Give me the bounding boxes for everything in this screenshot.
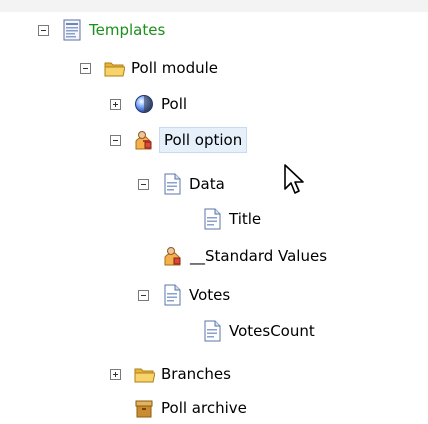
tree-item-label: VotesCount: [229, 322, 315, 340]
collapse-toggle[interactable]: [80, 62, 91, 74]
tree-item-label: Title: [229, 210, 262, 228]
tree-item-standard-values[interactable]: __Standard Values: [162, 240, 329, 272]
person-icon: [135, 131, 152, 150]
document-icon: [164, 173, 181, 195]
tree-item-label: Templates: [89, 21, 166, 39]
document-icon: [204, 208, 221, 230]
archive-box-icon: [135, 400, 153, 418]
tree-item-label: Poll archive: [161, 399, 247, 417]
collapse-toggle[interactable]: [138, 289, 149, 301]
tree-item-votescount[interactable]: VotesCount: [201, 315, 317, 347]
globe-icon: [135, 95, 153, 113]
document-icon: [164, 284, 181, 306]
tree-item-votes[interactable]: Votes: [138, 279, 232, 311]
tree-item-poll-archive[interactable]: Poll archive: [133, 392, 249, 424]
tree-item-poll-module[interactable]: Poll module: [80, 52, 220, 84]
tree-item-label: Poll: [161, 95, 188, 113]
template-icon: [63, 19, 81, 41]
tree-item-branches[interactable]: Branches: [110, 358, 233, 390]
mouse-pointer-icon: [284, 164, 304, 194]
tree-item-title[interactable]: Title: [201, 203, 263, 235]
tree-item-label: Votes: [189, 286, 231, 304]
folder-icon: [104, 62, 125, 77]
tree-item-label: Poll module: [131, 59, 219, 77]
person-icon: [164, 247, 181, 266]
tree-item-poll[interactable]: Poll: [110, 88, 189, 120]
collapse-toggle[interactable]: [38, 24, 49, 36]
collapse-toggle[interactable]: [138, 178, 149, 190]
tree-item-label: __Standard Values: [190, 247, 328, 265]
tree-item-data[interactable]: Data: [138, 168, 227, 200]
tree-item-label: Poll option: [159, 127, 248, 153]
folder-icon: [134, 368, 155, 383]
content-tree: Templates Poll module Poll Poll option D…: [0, 0, 428, 423]
expand-toggle[interactable]: [110, 98, 121, 110]
tree-item-label: Branches: [161, 365, 231, 383]
tree-item-label: Data: [189, 175, 225, 193]
tree-item-templates[interactable]: Templates: [38, 14, 167, 46]
document-icon: [204, 320, 221, 342]
tree-item-poll-option[interactable]: Poll option: [110, 124, 248, 156]
expand-toggle[interactable]: [110, 368, 121, 380]
collapse-toggle[interactable]: [110, 134, 121, 146]
